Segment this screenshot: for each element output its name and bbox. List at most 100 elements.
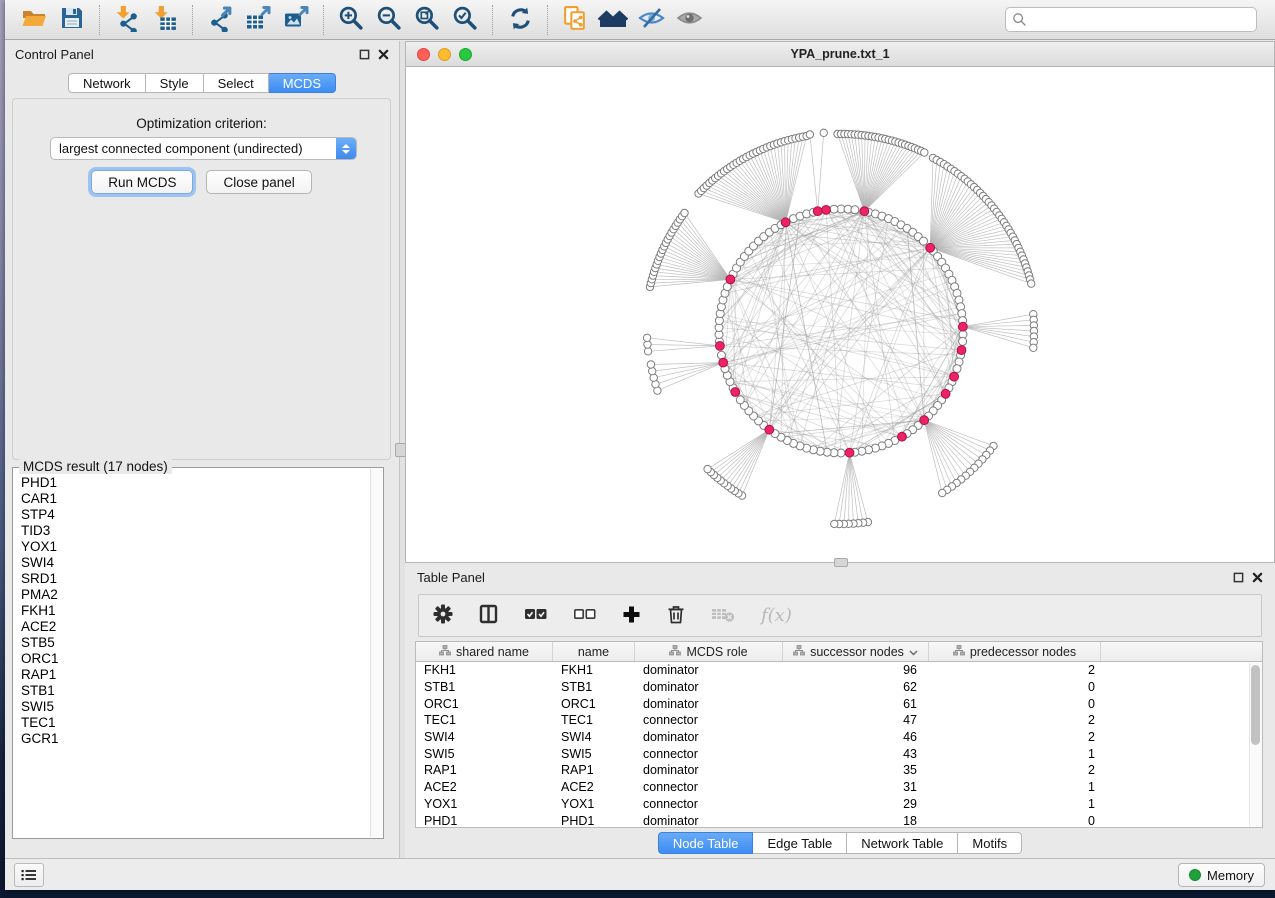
cell-shared-name[interactable]: TEC1 bbox=[416, 713, 553, 727]
cell-MCDS-role[interactable]: dominator bbox=[635, 730, 783, 744]
mcds-result-item[interactable]: ORC1 bbox=[21, 651, 370, 667]
mcds-result-item[interactable]: STB1 bbox=[21, 683, 370, 699]
mcds-result-item[interactable]: SRD1 bbox=[21, 571, 370, 587]
open-folder-button[interactable] bbox=[15, 4, 53, 36]
mcds-result-item[interactable]: STB5 bbox=[21, 635, 370, 651]
criterion-dropdown[interactable]: largest connected component (undirected) bbox=[50, 137, 357, 160]
cell-name[interactable]: STB1 bbox=[553, 680, 635, 694]
task-history-button[interactable] bbox=[14, 863, 44, 887]
cell-predecessor-nodes[interactable]: 0 bbox=[929, 697, 1101, 711]
cell-shared-name[interactable]: RAP1 bbox=[416, 763, 553, 777]
run-mcds-button[interactable]: Run MCDS bbox=[91, 170, 193, 194]
mcds-result-item[interactable]: PMA2 bbox=[21, 587, 370, 603]
close-panel-icon[interactable] bbox=[378, 49, 389, 60]
cell-successor-nodes[interactable]: 31 bbox=[783, 780, 929, 794]
mcds-result-item[interactable]: ACE2 bbox=[21, 619, 370, 635]
zoom-in-button[interactable] bbox=[332, 4, 370, 36]
minimize-window-icon[interactable] bbox=[438, 48, 451, 61]
cell-shared-name[interactable]: PHD1 bbox=[416, 814, 553, 828]
add-column-button[interactable] bbox=[622, 605, 641, 627]
close-window-icon[interactable] bbox=[417, 48, 430, 61]
cell-successor-nodes[interactable]: 35 bbox=[783, 763, 929, 777]
cell-predecessor-nodes[interactable]: 1 bbox=[929, 747, 1101, 761]
hide-eye-button[interactable] bbox=[632, 4, 670, 36]
column-header-successor-nodes[interactable]: successor nodes bbox=[783, 642, 929, 661]
select-all-button[interactable] bbox=[524, 607, 547, 624]
network-graph[interactable] bbox=[406, 68, 1274, 562]
cell-MCDS-role[interactable]: dominator bbox=[635, 763, 783, 777]
cell-predecessor-nodes[interactable]: 1 bbox=[929, 797, 1101, 811]
tab-mcds[interactable]: MCDS bbox=[269, 73, 336, 93]
table-row[interactable]: STB1STB1dominator620 bbox=[416, 679, 1262, 696]
cell-MCDS-role[interactable]: dominator bbox=[635, 814, 783, 828]
cell-successor-nodes[interactable]: 29 bbox=[783, 797, 929, 811]
mcds-result-item[interactable]: STP4 bbox=[21, 507, 370, 523]
table-row[interactable]: ORC1ORC1dominator610 bbox=[416, 695, 1262, 712]
mcds-result-item[interactable]: SWI4 bbox=[21, 555, 370, 571]
cell-MCDS-role[interactable]: connector bbox=[635, 797, 783, 811]
close-table-panel-icon[interactable] bbox=[1252, 572, 1263, 583]
cell-successor-nodes[interactable]: 62 bbox=[783, 680, 929, 694]
cell-name[interactable]: RAP1 bbox=[553, 763, 635, 777]
table-row[interactable]: SWI4SWI4dominator462 bbox=[416, 729, 1262, 746]
cell-MCDS-role[interactable]: dominator bbox=[635, 697, 783, 711]
maximize-window-icon[interactable] bbox=[459, 48, 472, 61]
cell-MCDS-role[interactable]: connector bbox=[635, 780, 783, 794]
mcds-result-item[interactable]: CAR1 bbox=[21, 491, 370, 507]
import-network-button[interactable] bbox=[108, 4, 146, 36]
tab-network[interactable]: Network bbox=[68, 73, 146, 93]
mcds-result-item[interactable]: RAP1 bbox=[21, 667, 370, 683]
mcds-result-item[interactable]: FKH1 bbox=[21, 603, 370, 619]
table-tab-network-table[interactable]: Network Table bbox=[847, 832, 958, 854]
tab-select[interactable]: Select bbox=[204, 73, 269, 93]
cell-predecessor-nodes[interactable]: 0 bbox=[929, 680, 1101, 694]
zoom-out-button[interactable] bbox=[370, 4, 408, 36]
mcds-result-item[interactable]: TEC1 bbox=[21, 715, 370, 731]
mcds-result-item[interactable]: YOX1 bbox=[21, 539, 370, 555]
split-view-button[interactable] bbox=[479, 604, 498, 627]
refresh-button[interactable] bbox=[501, 4, 539, 36]
cell-successor-nodes[interactable]: 96 bbox=[783, 663, 929, 677]
table-tab-motifs[interactable]: Motifs bbox=[958, 832, 1022, 854]
search-field[interactable] bbox=[1005, 7, 1257, 32]
horizontal-splitter-handle[interactable] bbox=[834, 558, 848, 567]
mcds-result-item[interactable]: TID3 bbox=[21, 523, 370, 539]
cell-name[interactable]: YOX1 bbox=[553, 797, 635, 811]
network-frame-titlebar[interactable]: YPA_prune.txt_1 bbox=[406, 42, 1274, 67]
cell-name[interactable]: ORC1 bbox=[553, 697, 635, 711]
cell-name[interactable]: PHD1 bbox=[553, 814, 635, 828]
cell-MCDS-role[interactable]: connector bbox=[635, 713, 783, 727]
table-row[interactable]: TEC1TEC1connector472 bbox=[416, 712, 1262, 729]
cell-successor-nodes[interactable]: 47 bbox=[783, 713, 929, 727]
clear-selection-button[interactable] bbox=[573, 607, 596, 624]
tab-style[interactable]: Style bbox=[146, 73, 204, 93]
cell-shared-name[interactable]: ACE2 bbox=[416, 780, 553, 794]
mcds-result-item[interactable]: SWI5 bbox=[21, 699, 370, 715]
mcds-result-list[interactable]: PHD1CAR1STP4TID3YOX1SWI4SRD1PMA2FKH1ACE2… bbox=[14, 475, 370, 836]
cell-name[interactable]: FKH1 bbox=[553, 663, 635, 677]
cell-name[interactable]: ACE2 bbox=[553, 780, 635, 794]
cell-MCDS-role[interactable]: dominator bbox=[635, 663, 783, 677]
cell-shared-name[interactable]: STB1 bbox=[416, 680, 553, 694]
cell-predecessor-nodes[interactable]: 0 bbox=[929, 814, 1101, 828]
column-header-name[interactable]: name bbox=[553, 642, 635, 661]
table-scrollbar-thumb[interactable] bbox=[1251, 665, 1260, 745]
mcds-result-item[interactable]: PHD1 bbox=[21, 475, 370, 491]
cell-name[interactable]: TEC1 bbox=[553, 713, 635, 727]
export-image-button[interactable] bbox=[277, 4, 315, 36]
cell-predecessor-nodes[interactable]: 2 bbox=[929, 730, 1101, 744]
cell-successor-nodes[interactable]: 43 bbox=[783, 747, 929, 761]
cell-MCDS-role[interactable]: dominator bbox=[635, 680, 783, 694]
close-panel-button[interactable]: Close panel bbox=[206, 170, 311, 194]
cell-predecessor-nodes[interactable]: 2 bbox=[929, 713, 1101, 727]
cell-shared-name[interactable]: ORC1 bbox=[416, 697, 553, 711]
float-panel-icon[interactable] bbox=[359, 49, 370, 60]
column-header-predecessor-nodes[interactable]: predecessor nodes bbox=[929, 642, 1101, 661]
cell-successor-nodes[interactable]: 18 bbox=[783, 814, 929, 828]
mcds-result-item[interactable]: GCR1 bbox=[21, 731, 370, 747]
cell-shared-name[interactable]: SWI5 bbox=[416, 747, 553, 761]
homes-button[interactable] bbox=[594, 4, 632, 36]
table-row[interactable]: PHD1PHD1dominator180 bbox=[416, 812, 1262, 828]
gear-button[interactable] bbox=[433, 604, 453, 627]
column-header-MCDS-role[interactable]: MCDS role bbox=[635, 642, 783, 661]
